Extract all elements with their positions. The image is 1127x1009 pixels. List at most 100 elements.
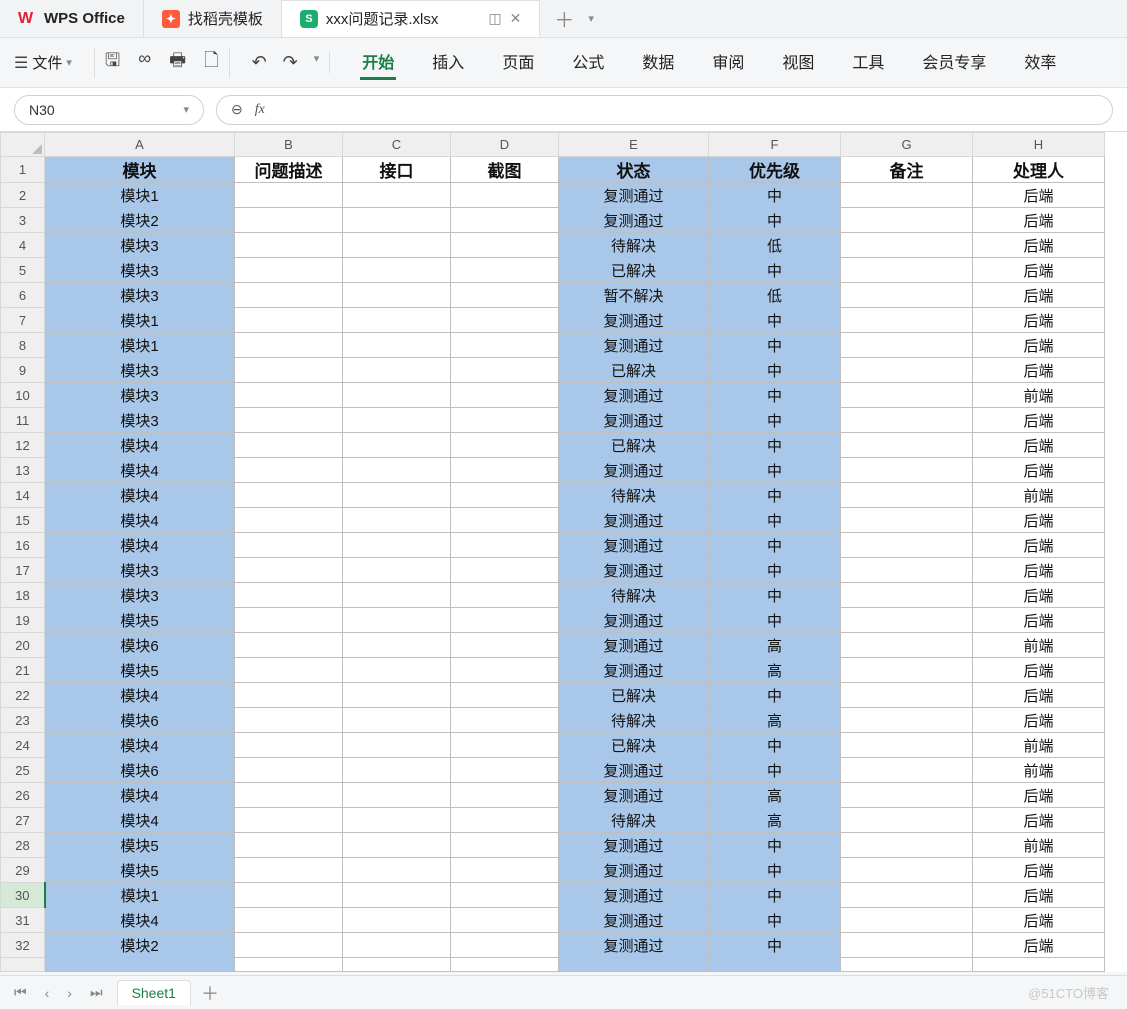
cell[interactable]: 中 xyxy=(709,258,841,283)
cell[interactable]: 后端 xyxy=(973,583,1105,608)
row-header-14[interactable]: 14 xyxy=(1,483,45,508)
cell[interactable] xyxy=(841,708,973,733)
cell[interactable]: 已解决 xyxy=(559,683,709,708)
zoom-out-icon[interactable]: ⊖ xyxy=(231,101,243,118)
cell[interactable] xyxy=(235,633,343,658)
cell[interactable]: 后端 xyxy=(973,308,1105,333)
cell[interactable]: 中 xyxy=(709,458,841,483)
cell[interactable]: 中 xyxy=(709,933,841,958)
cell[interactable] xyxy=(451,358,559,383)
cell[interactable]: 后端 xyxy=(973,508,1105,533)
cell[interactable]: 模块3 xyxy=(45,383,235,408)
cell[interactable] xyxy=(451,508,559,533)
cell[interactable] xyxy=(343,858,451,883)
cell[interactable]: 后端 xyxy=(973,233,1105,258)
cell[interactable]: 模块6 xyxy=(45,758,235,783)
cell[interactable] xyxy=(235,383,343,408)
cell[interactable] xyxy=(343,183,451,208)
cell[interactable]: 后端 xyxy=(973,433,1105,458)
cell[interactable]: 中 xyxy=(709,883,841,908)
cell[interactable] xyxy=(841,233,973,258)
cell[interactable] xyxy=(235,308,343,333)
cell[interactable] xyxy=(841,583,973,608)
cell[interactable]: 待解决 xyxy=(559,233,709,258)
cell[interactable]: 高 xyxy=(709,783,841,808)
cell[interactable] xyxy=(841,658,973,683)
cell[interactable]: 高 xyxy=(709,708,841,733)
row-header-12[interactable]: 12 xyxy=(1,433,45,458)
cell[interactable]: 复测通过 xyxy=(559,458,709,483)
header-cell[interactable]: 处理人 xyxy=(973,157,1105,183)
name-box-dropdown-icon[interactable]: ▾ xyxy=(183,103,189,116)
cell[interactable] xyxy=(451,658,559,683)
cell[interactable]: 低 xyxy=(709,283,841,308)
ribbon-tab-3[interactable]: 公式 xyxy=(570,45,606,80)
row-header-4[interactable]: 4 xyxy=(1,233,45,258)
cell[interactable] xyxy=(235,533,343,558)
cell[interactable] xyxy=(841,308,973,333)
row-header-26[interactable]: 26 xyxy=(1,783,45,808)
cell[interactable]: 复测通过 xyxy=(559,858,709,883)
row-header-16[interactable]: 16 xyxy=(1,533,45,558)
cell[interactable]: 模块3 xyxy=(45,583,235,608)
cell[interactable]: 模块3 xyxy=(45,233,235,258)
cell[interactable] xyxy=(235,758,343,783)
cell[interactable] xyxy=(235,833,343,858)
cell[interactable] xyxy=(841,783,973,808)
cell[interactable] xyxy=(841,508,973,533)
cell[interactable]: 模块4 xyxy=(45,783,235,808)
cell[interactable] xyxy=(841,933,973,958)
cell[interactable]: 中 xyxy=(709,508,841,533)
cell[interactable]: 模块4 xyxy=(45,733,235,758)
cell[interactable]: 模块4 xyxy=(45,483,235,508)
cell[interactable] xyxy=(451,558,559,583)
cell[interactable] xyxy=(343,358,451,383)
cell[interactable] xyxy=(559,958,709,972)
cell[interactable]: 模块4 xyxy=(45,683,235,708)
cell[interactable]: 待解决 xyxy=(559,583,709,608)
cell[interactable] xyxy=(841,333,973,358)
cell[interactable]: 复测通过 xyxy=(559,208,709,233)
window-split-icon[interactable]: ◫ xyxy=(488,10,501,27)
ribbon-tab-9[interactable]: 效率 xyxy=(1022,45,1058,80)
cell[interactable] xyxy=(451,183,559,208)
row-header-21[interactable]: 21 xyxy=(1,658,45,683)
cell[interactable]: 高 xyxy=(709,633,841,658)
cell[interactable]: 中 xyxy=(709,333,841,358)
cell[interactable] xyxy=(343,833,451,858)
cell[interactable]: 中 xyxy=(709,908,841,933)
cell[interactable] xyxy=(343,708,451,733)
cell[interactable]: 后端 xyxy=(973,883,1105,908)
cell[interactable]: 模块5 xyxy=(45,833,235,858)
cell[interactable]: 后端 xyxy=(973,708,1105,733)
cell[interactable] xyxy=(841,608,973,633)
cell[interactable]: 模块3 xyxy=(45,258,235,283)
cell[interactable] xyxy=(451,533,559,558)
cell[interactable]: 后端 xyxy=(973,283,1105,308)
cell[interactable]: 已解决 xyxy=(559,358,709,383)
col-header-D[interactable]: D xyxy=(451,133,559,157)
cell[interactable] xyxy=(235,583,343,608)
cell[interactable]: 中 xyxy=(709,183,841,208)
ribbon-tab-6[interactable]: 视图 xyxy=(780,45,816,80)
cell[interactable] xyxy=(343,408,451,433)
cell[interactable]: 模块3 xyxy=(45,558,235,583)
row-header-19[interactable]: 19 xyxy=(1,608,45,633)
cell[interactable] xyxy=(451,583,559,608)
cell[interactable] xyxy=(343,208,451,233)
cell[interactable]: 中 xyxy=(709,733,841,758)
row-header-30[interactable]: 30 xyxy=(1,883,45,908)
cell[interactable]: 中 xyxy=(709,383,841,408)
cell[interactable] xyxy=(235,483,343,508)
ribbon-tab-7[interactable]: 工具 xyxy=(850,45,886,80)
header-cell[interactable]: 截图 xyxy=(451,157,559,183)
cell[interactable] xyxy=(343,883,451,908)
row-header-9[interactable]: 9 xyxy=(1,358,45,383)
cell[interactable]: 前端 xyxy=(973,833,1105,858)
cell[interactable] xyxy=(841,208,973,233)
cell[interactable] xyxy=(841,858,973,883)
cell[interactable]: 后端 xyxy=(973,683,1105,708)
row-header-24[interactable]: 24 xyxy=(1,733,45,758)
cell[interactable]: 低 xyxy=(709,233,841,258)
cell[interactable] xyxy=(841,958,973,972)
